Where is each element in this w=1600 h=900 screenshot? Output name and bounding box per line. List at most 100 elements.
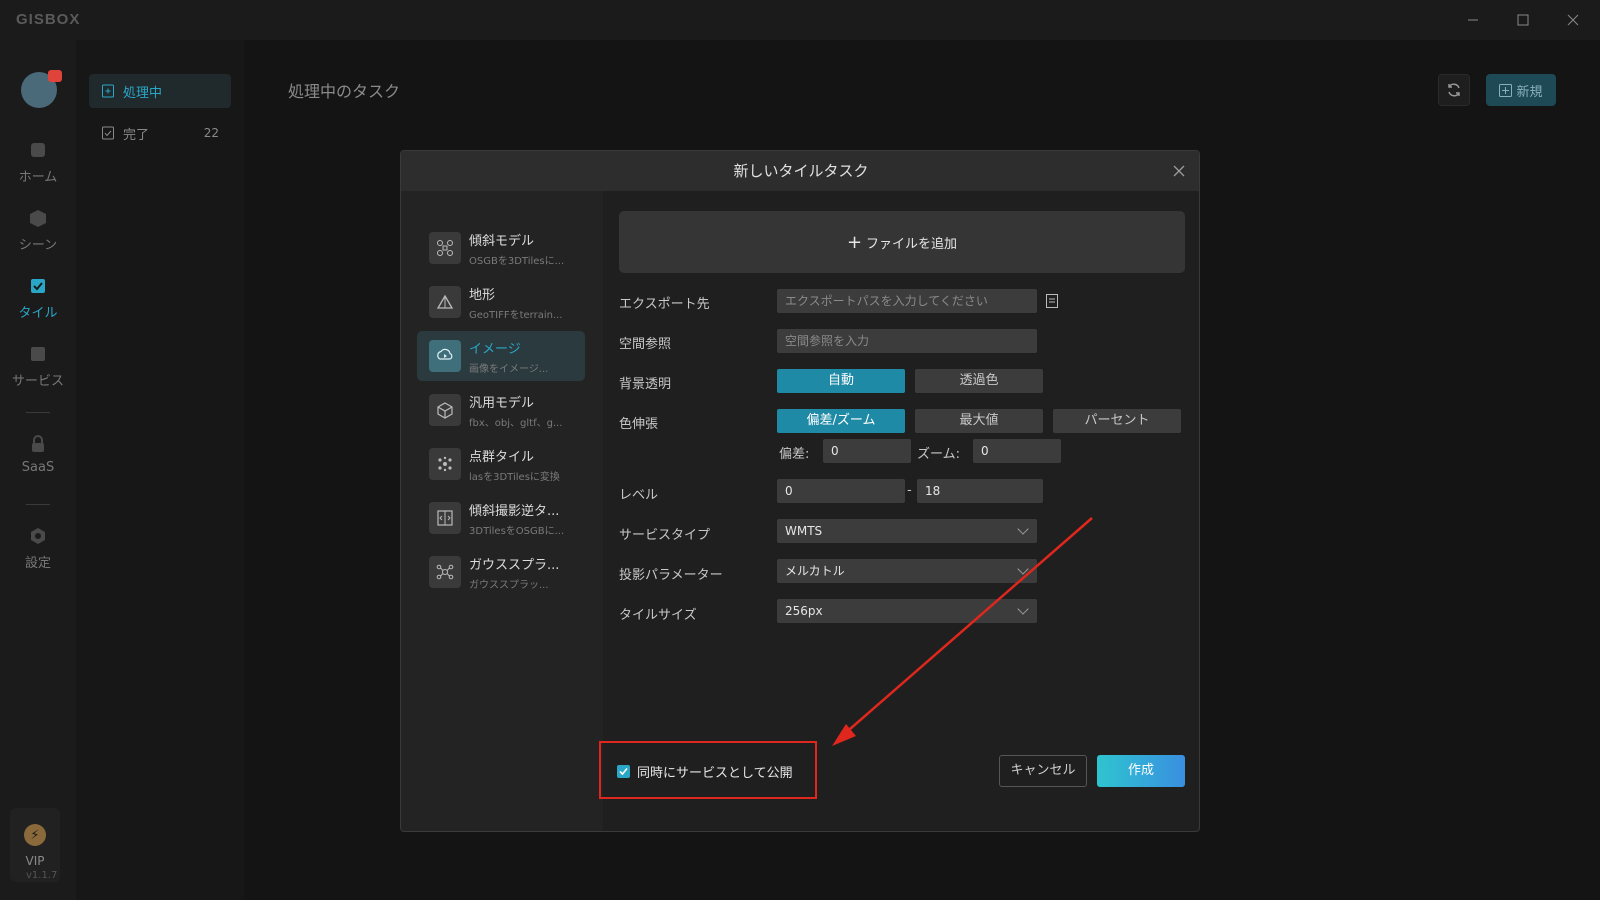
rail-item-saas[interactable]: SaaS xyxy=(0,434,76,475)
tile-size-value: 256px xyxy=(785,604,823,618)
check-document-icon xyxy=(102,126,114,140)
version-label: v1.1.7 xyxy=(26,870,58,881)
sidebar-item-processing[interactable]: 処理中 xyxy=(89,74,231,108)
cube-icon xyxy=(429,394,461,426)
dialog-title: 新しいタイルタスク xyxy=(733,162,869,180)
dialog-header: 新しいタイルタスク xyxy=(401,151,1199,191)
rail-label: サービス xyxy=(11,374,64,389)
sidebar-item-done[interactable]: 完了 22 xyxy=(89,116,231,150)
zoom-input[interactable]: 0 xyxy=(973,439,1061,463)
color-stretch-label: 色伸張 xyxy=(619,417,659,432)
bg-transparent-color-option[interactable]: 透過色 xyxy=(915,369,1043,393)
new-button-label: 新規 xyxy=(1516,84,1543,100)
add-icon xyxy=(1499,83,1513,97)
task-sidebar: 処理中 完了 22 xyxy=(76,40,244,900)
stretch-deviation-zoom-option[interactable]: 偏差/ズーム xyxy=(777,409,905,433)
service-icon xyxy=(31,347,45,361)
deviation-label: 偏差: xyxy=(779,447,810,462)
notification-badge xyxy=(48,70,62,82)
type-gaussian-splatting[interactable]: ガウススプラ... ガウススプラッ... xyxy=(417,547,585,597)
projection-value: メルカトル xyxy=(785,564,845,578)
chevron-down-icon xyxy=(1017,523,1029,535)
cancel-button[interactable]: キャンセル xyxy=(999,755,1087,787)
new-tile-task-dialog: 新しいタイルタスク 傾斜モデル OSGBを3DTilesに... 地形 GeoT… xyxy=(400,150,1200,832)
level-label: レベル xyxy=(619,488,659,503)
type-subtitle: fbx、obj、gltf、g... xyxy=(469,417,563,429)
document-icon xyxy=(102,84,114,98)
rail-label: ホーム xyxy=(18,170,58,185)
chevron-down-icon xyxy=(1017,563,1029,575)
lightning-icon: ⚡ xyxy=(24,824,46,846)
title-bar: GISBOX xyxy=(0,0,1600,40)
publish-checkbox[interactable] xyxy=(617,765,630,778)
nav-rail: ホーム シーン タイル サービス SaaS 設定 ⚡ VIP xyxy=(0,40,76,900)
rail-label: SaaS xyxy=(21,460,55,475)
publish-label[interactable]: 同時にサービスとして公開 xyxy=(637,762,793,781)
add-file-button[interactable]: + ファイルを追加 xyxy=(619,211,1185,273)
rail-item-settings[interactable]: 設定 xyxy=(0,526,76,571)
sidebar-item-label: 処理中 xyxy=(123,85,163,101)
refresh-button[interactable] xyxy=(1438,74,1470,106)
close-icon[interactable] xyxy=(1171,163,1187,179)
stretch-percent-option[interactable]: パーセント xyxy=(1053,409,1181,433)
level-min-input[interactable]: 0 xyxy=(777,479,905,503)
projection-label: 投影パラメーター xyxy=(619,568,723,583)
type-point-cloud[interactable]: 点群タイル lasを3DTilesに変換 xyxy=(417,439,585,489)
srs-input[interactable]: 空間参照を入力 xyxy=(777,329,1037,353)
type-title: 傾斜モデル xyxy=(469,233,535,249)
srs-label: 空間参照 xyxy=(619,337,672,352)
image-icon xyxy=(429,340,461,372)
tile-size-select[interactable]: 256px xyxy=(777,599,1037,623)
done-count: 22 xyxy=(203,126,219,140)
rail-label: シーン xyxy=(18,238,58,253)
folder-icon[interactable] xyxy=(1045,293,1059,309)
bg-auto-option[interactable]: 自動 xyxy=(777,369,905,393)
deviation-input[interactable]: 0 xyxy=(823,439,911,463)
close-window-button[interactable] xyxy=(1558,6,1588,34)
rail-label: 設定 xyxy=(24,556,51,571)
type-title: 地形 xyxy=(469,287,496,303)
type-generic-model[interactable]: 汎用モデル fbx、obj、gltf、g... xyxy=(417,385,585,435)
close-icon xyxy=(1567,14,1579,26)
divider xyxy=(26,504,50,505)
settings-icon xyxy=(31,528,45,544)
task-type-list: 傾斜モデル OSGBを3DTilesに... 地形 GeoTIFFをterrai… xyxy=(401,191,603,831)
service-type-label: サービスタイプ xyxy=(619,528,711,543)
export-path-input[interactable]: エクスポートパスを入力してください xyxy=(777,289,1037,313)
bg-transparent-label: 背景透明 xyxy=(619,377,672,392)
level-max-input[interactable]: 18 xyxy=(917,479,1043,503)
stretch-max-option[interactable]: 最大値 xyxy=(915,409,1043,433)
chevron-down-icon xyxy=(1017,603,1029,615)
type-image[interactable]: イメージ 画像をイメージ... xyxy=(417,331,585,381)
type-reverse-oblique[interactable]: 傾斜撮影逆タ... 3DTilesをOSGBに... xyxy=(417,493,585,543)
type-terrain[interactable]: 地形 GeoTIFFをterrain... xyxy=(417,277,585,327)
convert-icon xyxy=(429,502,461,534)
type-title: 傾斜撮影逆タ... xyxy=(469,503,560,519)
rail-item-home[interactable]: ホーム xyxy=(0,140,76,185)
check-icon xyxy=(619,767,628,776)
lock-icon xyxy=(32,435,44,452)
rail-item-scene[interactable]: シーン xyxy=(0,208,76,253)
projection-select[interactable]: メルカトル xyxy=(777,559,1037,583)
home-icon xyxy=(31,143,45,157)
rail-item-service[interactable]: サービス xyxy=(0,344,76,389)
publish-annotation-box: 同時にサービスとして公開 xyxy=(599,741,817,799)
type-oblique-model[interactable]: 傾斜モデル OSGBを3DTilesに... xyxy=(417,223,585,273)
create-button[interactable]: 作成 xyxy=(1097,755,1185,787)
type-subtitle: lasを3DTilesに変換 xyxy=(469,471,560,483)
type-title: 点群タイル xyxy=(469,449,535,465)
maximize-button[interactable] xyxy=(1508,6,1538,34)
type-subtitle: OSGBを3DTilesに... xyxy=(469,255,565,267)
terrain-icon xyxy=(429,286,461,318)
divider xyxy=(26,412,50,413)
rail-label: タイル xyxy=(18,306,58,321)
service-type-select[interactable]: WMTS xyxy=(777,519,1037,543)
new-task-button[interactable]: 新規 xyxy=(1486,74,1556,106)
zoom-label: ズーム: xyxy=(917,447,960,462)
sidebar-item-label: 完了 xyxy=(123,127,150,143)
minimize-button[interactable] xyxy=(1458,6,1488,34)
add-file-label: ファイルを追加 xyxy=(866,236,958,252)
rail-item-tile[interactable]: タイル xyxy=(0,276,76,321)
tile-icon xyxy=(31,279,45,293)
type-subtitle: 画像をイメージ... xyxy=(469,363,549,375)
